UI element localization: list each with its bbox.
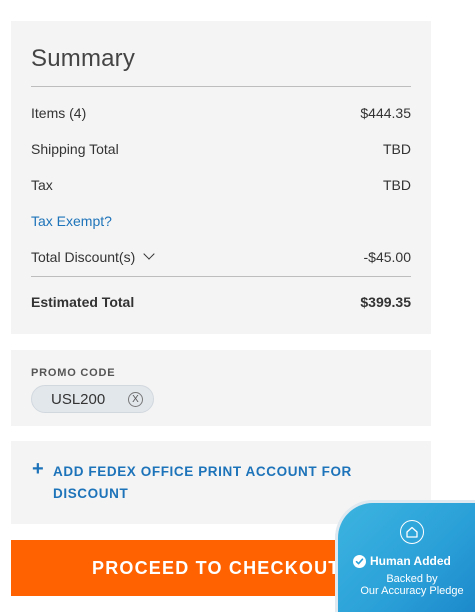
tax-exempt-row: Tax Exempt?: [31, 211, 411, 231]
accuracy-pledge-badge[interactable]: Human Added Backed by Our Accuracy Pledg…: [335, 500, 475, 612]
estimated-total-value: $399.35: [360, 294, 411, 310]
check-circle-icon: [353, 554, 366, 568]
house-icon: [400, 520, 424, 544]
summary-divider: [31, 86, 411, 87]
tax-value: TBD: [383, 177, 411, 193]
badge-title: Human Added: [370, 554, 451, 568]
items-row: Items (4) $444.35: [31, 103, 411, 123]
total-divider: [31, 276, 411, 277]
badge-line-1: Backed by: [386, 573, 438, 585]
badge-line-2: Our Accuracy Pledge: [360, 585, 464, 597]
shipping-label: Shipping Total: [31, 141, 119, 157]
discount-value: -$45.00: [363, 249, 411, 265]
discount-toggle[interactable]: Total Discount(s): [31, 248, 155, 265]
items-label: Items (4): [31, 105, 87, 121]
tax-exempt-link[interactable]: Tax Exempt?: [31, 213, 112, 229]
promo-code-chip: USL200 X: [31, 385, 154, 413]
badge-subtitle: Backed by Our Accuracy Pledge: [352, 573, 472, 597]
discount-row: Total Discount(s) -$45.00: [31, 247, 411, 267]
estimated-total-row: Estimated Total $399.35: [31, 292, 411, 312]
discount-label: Total Discount(s): [31, 249, 136, 265]
tax-row: Tax TBD: [31, 175, 411, 195]
items-value: $444.35: [360, 105, 411, 121]
summary-panel: Summary Items (4) $444.35 Shipping Total…: [11, 21, 431, 334]
badge-title-row: Human Added: [353, 554, 451, 568]
shipping-value: TBD: [383, 141, 411, 157]
promo-code-value: USL200: [51, 390, 106, 408]
promo-panel: PROMO CODE USL200 X: [11, 350, 431, 426]
estimated-total-label: Estimated Total: [31, 294, 135, 310]
plus-icon: +: [32, 458, 44, 480]
add-print-account-label: ADD FEDEX OFFICE PRINT ACCOUNT FOR DISCO…: [53, 464, 352, 501]
tax-label: Tax: [31, 177, 53, 193]
summary-title: Summary: [31, 45, 136, 72]
promo-code-label: PROMO CODE: [31, 367, 116, 379]
shipping-row: Shipping Total TBD: [31, 139, 411, 159]
chevron-down-icon: [143, 248, 155, 260]
close-circle-icon[interactable]: X: [128, 392, 143, 407]
